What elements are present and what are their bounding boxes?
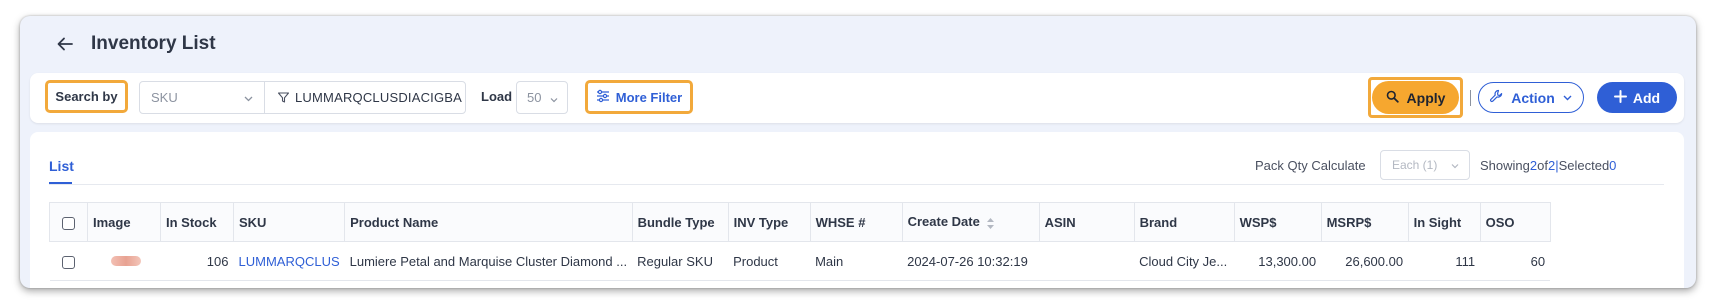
chevron-down-icon [1450,160,1460,174]
chevron-down-icon [1562,90,1573,106]
inventory-table: Image In Stock SKU Product Name Bundle T… [49,202,1551,281]
search-field-select[interactable]: SKU [139,81,265,114]
product-image-cell [87,241,161,281]
column-header-in-stock: In Stock [160,202,234,242]
select-all-cell [49,202,88,242]
oso-cell: 60 [1480,241,1551,281]
column-header-bundle-type: Bundle Type [631,202,729,242]
bundle-type-cell: Regular SKU [632,241,729,281]
wsp-cell: 13,300.00 [1234,241,1322,281]
sku-filter-value: LUMMARQCLUSDIACIGBA [295,90,463,105]
product-name-cell: Lumiere Petal and Marquise Cluster Diamo… [344,241,633,281]
selected-label: Selected [1558,158,1610,173]
sku-filter-input[interactable]: LUMMARQCLUSDIACIGBA [264,81,466,114]
action-button[interactable]: Action [1478,82,1584,113]
column-header-msrp: MSRP$ [1320,202,1409,242]
sku-link[interactable]: LUMMARQCLUS [239,254,340,269]
select-all-checkbox[interactable] [62,216,75,230]
load-select[interactable]: 50 [516,81,568,114]
pack-qty-label: Pack Qty Calculate [1255,158,1366,173]
more-filter-button[interactable]: More Filter [585,80,693,114]
create-date-cell: 2024-07-26 10:32:19 [902,241,1040,281]
tab-list[interactable]: List [49,158,74,174]
column-header-whse: WHSE # [809,202,903,242]
asin-cell [1039,241,1135,281]
table-row[interactable]: 106 LUMMARQCLUS Lumiere Petal and Marqui… [49,241,1551,281]
sliders-icon [596,89,610,106]
column-header-inv-type: INV Type [727,202,811,242]
add-label: Add [1632,89,1661,106]
wrench-icon [1489,89,1504,107]
app-window: Inventory List Search by SKU LUMMARQCLUS… [20,16,1696,288]
search-field-value: SKU [151,90,178,105]
column-header-asin: ASIN [1038,202,1135,242]
sort-icon[interactable] [986,217,995,230]
inv-type-cell: Product [728,241,811,281]
list-panel: List Pack Qty Calculate Each (1) Showing… [30,132,1684,288]
add-button[interactable]: Add [1597,82,1677,113]
toolbar-divider [1470,90,1471,106]
load-label: Load [481,89,513,104]
column-header-brand: Brand [1133,202,1235,242]
showing-label: Showing [1480,158,1530,173]
tab-divider [49,184,1664,185]
page-title: Inventory List [91,33,216,54]
column-header-wsp: WSP$ [1233,202,1322,242]
load-value: 50 [527,90,542,105]
pack-qty-value: Each (1) [1392,158,1438,172]
search-by-label: Search by [45,80,128,113]
column-header-create-date[interactable]: Create Date [901,202,1040,242]
funnel-icon [277,91,290,104]
in-stock-cell: 106 [160,241,234,281]
page-header: Inventory List [20,16,1696,72]
more-filter-label: More Filter [615,89,683,105]
column-header-product-name: Product Name [344,202,633,242]
filter-toolbar: Search by SKU LUMMARQCLUSDIACIGBA Load 5… [30,73,1684,123]
apply-label: Apply [1406,89,1446,106]
column-header-oso: OSO [1479,202,1551,242]
total-count: 2 [1547,158,1556,173]
plus-icon [1613,89,1627,106]
column-header-sku: SKU [232,202,346,242]
in-sight-cell: 111 [1408,241,1481,281]
chevron-down-icon [243,92,254,107]
column-header-in-sight: In Sight [1407,202,1481,242]
product-thumbnail[interactable] [110,255,141,266]
action-label: Action [1511,89,1555,106]
row-checkbox[interactable] [62,255,75,269]
search-icon [1386,90,1399,106]
back-arrow-icon[interactable] [54,33,76,55]
table-header-row: Image In Stock SKU Product Name Bundle T… [49,202,1551,242]
apply-button[interactable]: Apply [1372,81,1459,114]
selected-count: 0 [1609,158,1617,173]
msrp-cell: 26,600.00 [1321,241,1409,281]
showing-summary: Showing 2 of 2 | Selected 0 [1480,158,1616,173]
whse-cell: Main [810,241,903,281]
of-label: of [1537,158,1548,173]
brand-cell: Cloud City Je... [1134,241,1235,281]
pack-qty-select[interactable]: Each (1) [1380,150,1470,180]
sku-cell: LUMMARQCLUS [233,241,345,281]
row-select-cell [49,241,88,281]
chevron-down-icon [549,93,559,108]
showing-count: 2 [1529,158,1538,173]
create-date-label: Create Date [907,214,980,230]
column-header-image: Image [87,202,161,242]
